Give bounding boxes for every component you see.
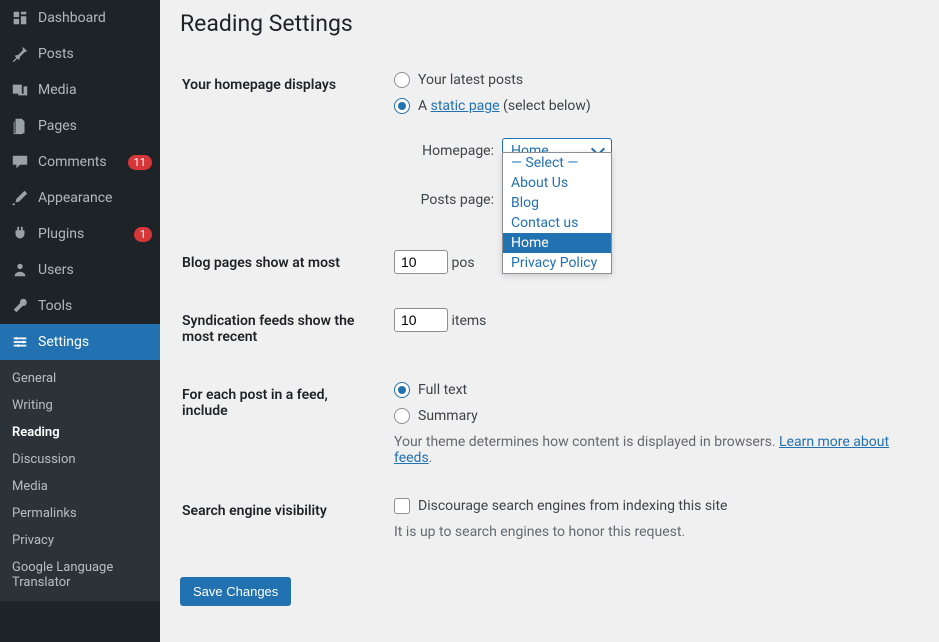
search-visibility-label: Search engine visibility — [182, 483, 382, 555]
sidebar-label: Plugins — [38, 226, 130, 242]
homepage-displays-label: Your homepage displays — [182, 57, 382, 233]
homepage-select-label: Homepage: — [418, 143, 494, 159]
dropdown-option[interactable]: Privacy Policy — [503, 253, 611, 273]
admin-sidebar: Dashboard Posts Media Pages Comments 11 … — [0, 0, 160, 642]
submenu-discussion[interactable]: Discussion — [0, 446, 160, 473]
dropdown-option[interactable]: About Us — [503, 173, 611, 193]
submenu-permalinks[interactable]: Permalinks — [0, 500, 160, 527]
syndication-input[interactable] — [394, 308, 448, 332]
radio-full-label: Full text — [418, 382, 467, 398]
sidebar-label: Users — [38, 262, 152, 278]
sidebar-item-media[interactable]: Media — [0, 72, 160, 108]
dropdown-option[interactable]: Home — [503, 233, 611, 253]
submenu-writing[interactable]: Writing — [0, 392, 160, 419]
radio-static-page[interactable] — [394, 98, 410, 114]
search-description: It is up to search engines to honor this… — [394, 524, 907, 540]
blog-pages-suffix: pos — [451, 255, 474, 271]
static-page-link[interactable]: static page — [431, 98, 500, 114]
radio-latest-posts[interactable] — [394, 72, 410, 88]
feed-description: Your theme determines how content is dis… — [394, 434, 907, 466]
sidebar-label: Media — [38, 82, 152, 98]
dropdown-option[interactable]: Blog — [503, 193, 611, 213]
plug-icon — [10, 224, 30, 244]
media-icon — [10, 80, 30, 100]
syndication-label: Syndication feeds show the most recent — [182, 293, 382, 365]
sidebar-label: Settings — [38, 334, 152, 350]
radio-full-text[interactable] — [394, 382, 410, 398]
pin-icon — [10, 44, 30, 64]
submenu-google-translator[interactable]: Google Language Translator — [0, 554, 160, 596]
radio-summary[interactable] — [394, 408, 410, 424]
radio-static-label: A static page (select below) — [418, 98, 591, 114]
settings-icon — [10, 332, 30, 352]
sidebar-label: Posts — [38, 46, 152, 62]
wrench-icon — [10, 296, 30, 316]
posts-page-select-label: Posts page: — [418, 192, 494, 208]
dashboard-icon — [10, 8, 30, 28]
user-icon — [10, 260, 30, 280]
sidebar-label: Comments — [38, 154, 124, 170]
dropdown-option[interactable]: — Select — — [503, 153, 611, 173]
sidebar-label: Tools — [38, 298, 152, 314]
discourage-label: Discourage search engines from indexing … — [418, 498, 727, 514]
brush-icon — [10, 188, 30, 208]
sidebar-item-settings[interactable]: Settings — [0, 324, 160, 360]
sidebar-label: Appearance — [38, 190, 152, 206]
dropdown-option[interactable]: Contact us — [503, 213, 611, 233]
discourage-search-checkbox[interactable] — [394, 498, 410, 514]
feed-include-label: For each post in a feed, include — [182, 367, 382, 481]
homepage-dropdown[interactable]: — Select —About UsBlogContact usHomePriv… — [502, 152, 612, 274]
comments-badge: 11 — [128, 155, 152, 170]
sidebar-label: Dashboard — [38, 10, 152, 26]
blog-pages-label: Blog pages show at most — [182, 235, 382, 291]
submenu-media[interactable]: Media — [0, 473, 160, 500]
sidebar-item-appearance[interactable]: Appearance — [0, 180, 160, 216]
settings-submenu: General Writing Reading Discussion Media… — [0, 360, 160, 601]
sidebar-item-pages[interactable]: Pages — [0, 108, 160, 144]
save-changes-button[interactable]: Save Changes — [180, 577, 291, 606]
syndication-suffix: items — [451, 313, 486, 329]
submenu-general[interactable]: General — [0, 365, 160, 392]
sidebar-item-plugins[interactable]: Plugins 1 — [0, 216, 160, 252]
sidebar-item-tools[interactable]: Tools — [0, 288, 160, 324]
page-title: Reading Settings — [180, 10, 919, 37]
submenu-privacy[interactable]: Privacy — [0, 527, 160, 554]
sidebar-label: Pages — [38, 118, 152, 134]
main-content: Reading Settings Your homepage displays … — [160, 0, 939, 626]
sidebar-item-posts[interactable]: Posts — [0, 36, 160, 72]
submenu-reading[interactable]: Reading — [0, 419, 160, 446]
sidebar-item-users[interactable]: Users — [0, 252, 160, 288]
plugins-badge: 1 — [134, 227, 152, 242]
sidebar-item-dashboard[interactable]: Dashboard — [0, 0, 160, 36]
comment-icon — [10, 152, 30, 172]
radio-latest-label: Your latest posts — [418, 72, 523, 88]
blog-pages-input[interactable] — [394, 250, 448, 274]
sidebar-item-comments[interactable]: Comments 11 — [0, 144, 160, 180]
pages-icon — [10, 116, 30, 136]
radio-summary-label: Summary — [418, 408, 478, 424]
